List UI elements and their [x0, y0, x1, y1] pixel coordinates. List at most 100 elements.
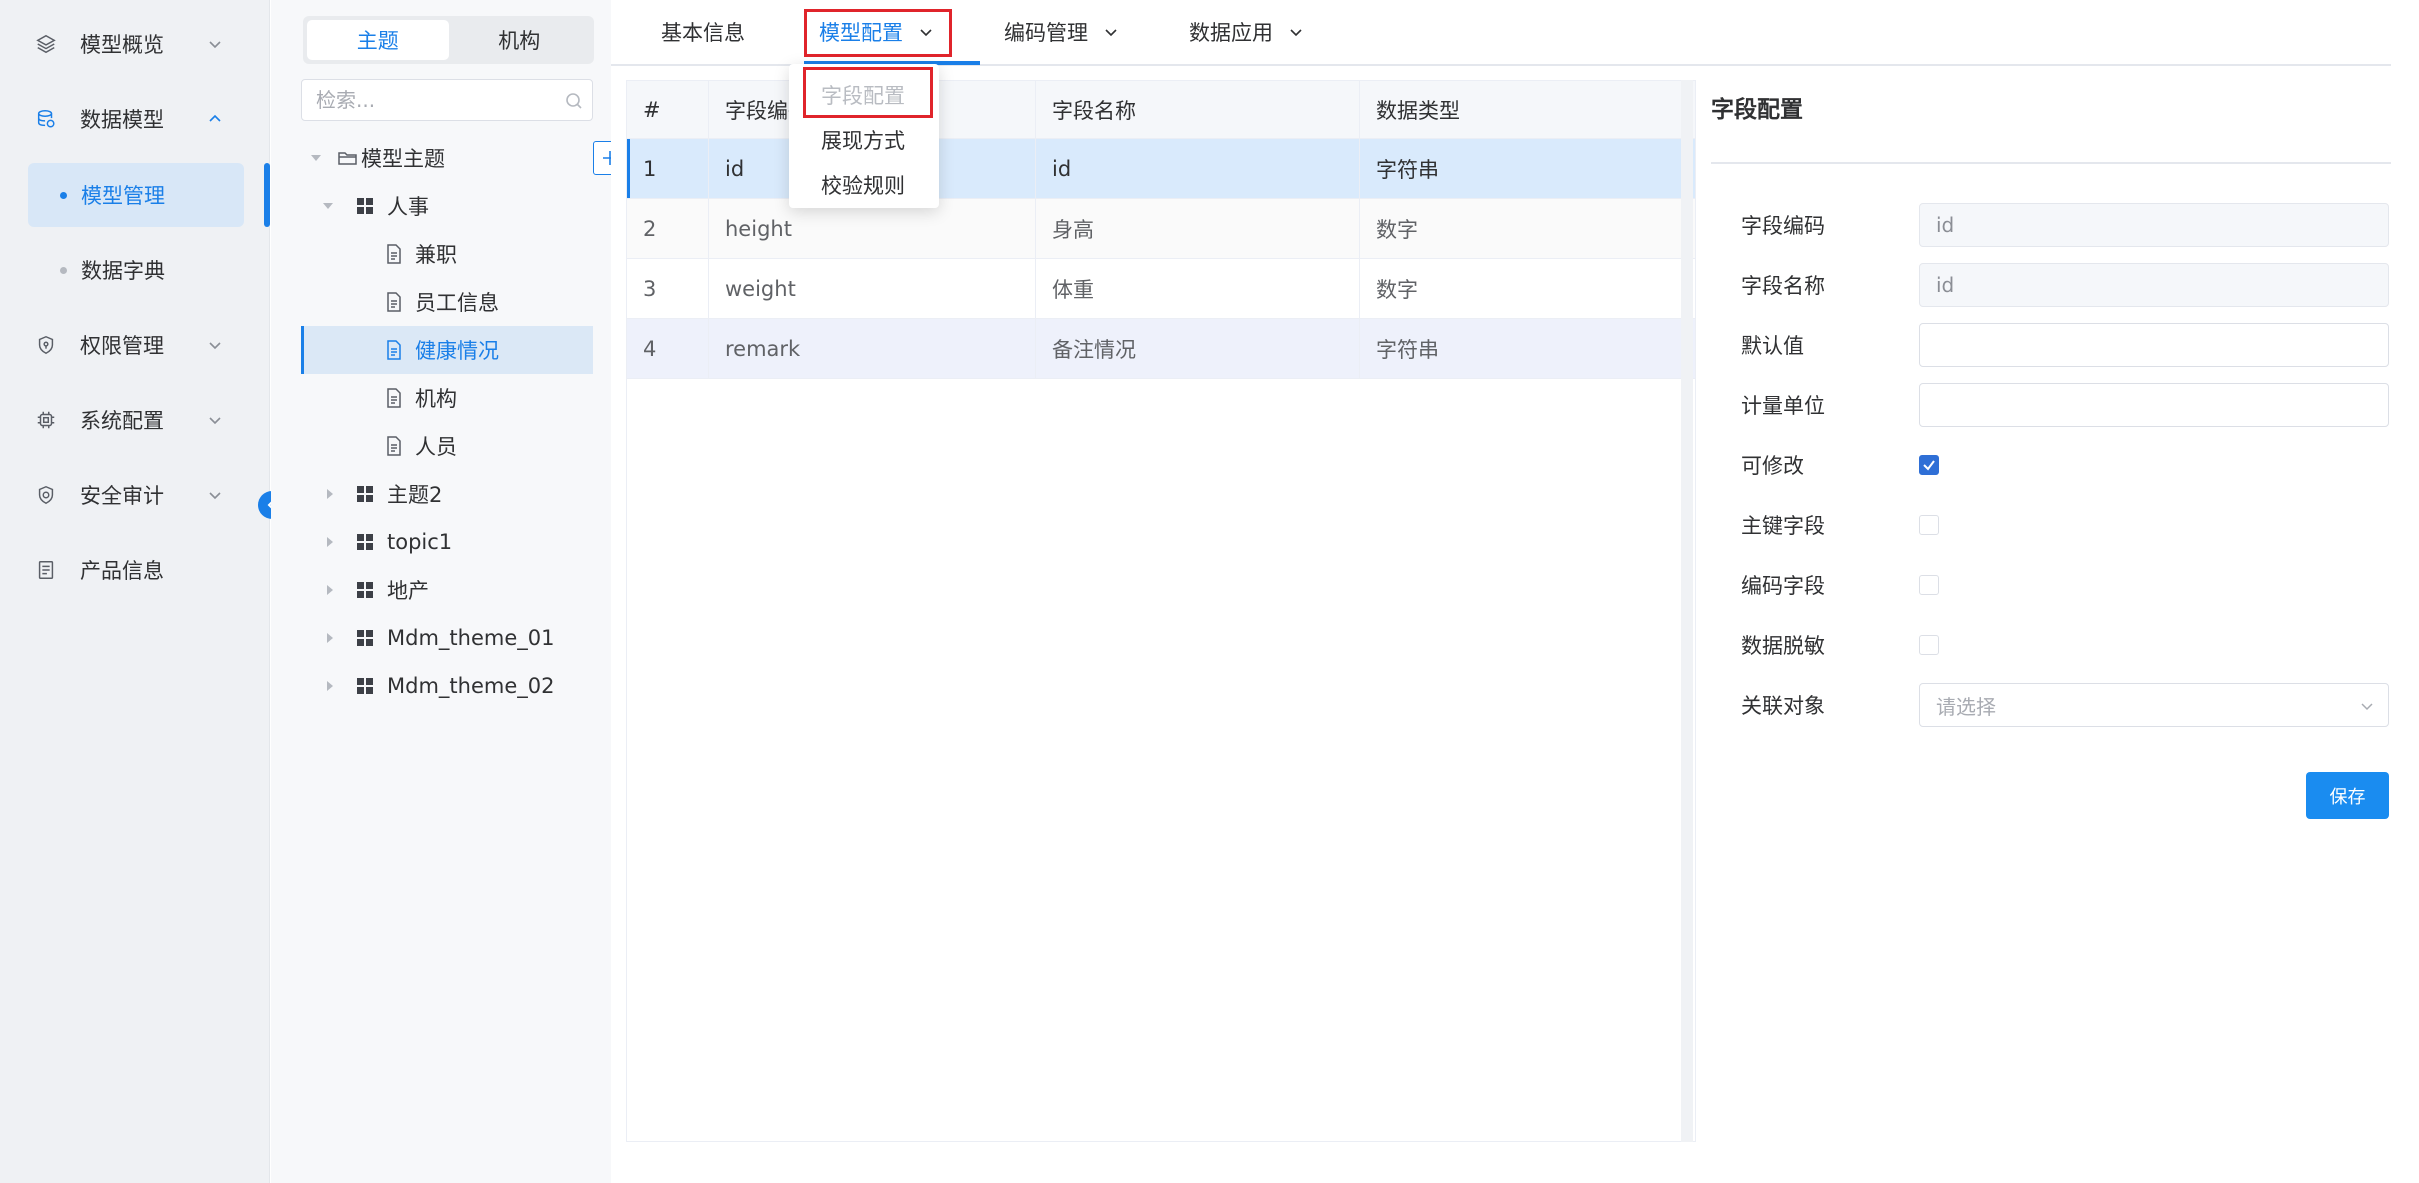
tab-data-application[interactable]: 数据应用	[1189, 0, 1305, 64]
data-masking-checkbox[interactable]	[1919, 635, 1939, 655]
tree-node-real-estate[interactable]: 地产	[301, 566, 593, 614]
field-label: 计量单位	[1741, 394, 1825, 418]
sidebar: 模型概览 数据模型 模型管理 数据字典 权限管理 系统配置 安全审计 产品信息	[0, 0, 286, 1183]
document-list-icon	[34, 558, 58, 582]
column-header: #	[627, 81, 709, 139]
tree-node-label: 模型主题	[361, 147, 445, 171]
table-cell: 数字	[1376, 217, 1418, 242]
field-value: id	[1936, 213, 1955, 237]
table-cell: id	[1036, 139, 1360, 198]
grid-icon	[357, 198, 373, 214]
sidebar-item-model-overview[interactable]: 模型概览	[0, 12, 270, 76]
sidebar-item-data-model[interactable]: 数据模型	[0, 87, 270, 151]
segment-topic[interactable]: 主题	[307, 20, 449, 60]
sidebar-item-model-management[interactable]: 模型管理	[28, 163, 244, 227]
form-row-coding: 编码字段	[1741, 563, 2391, 607]
form-row-default: 默认值	[1741, 323, 2391, 367]
table-cell: 备注情况	[1036, 319, 1360, 378]
grid-icon	[357, 582, 373, 598]
relation-select[interactable]: 请选择	[1919, 683, 2389, 727]
tree-node-label: 健康情况	[415, 339, 499, 363]
grid-icon	[357, 678, 373, 694]
tree-node-staff[interactable]: 人员	[301, 422, 593, 470]
tree-node-employee-info[interactable]: 员工信息	[301, 278, 593, 326]
folder-open-icon	[338, 152, 357, 165]
app-root: 模型概览 数据模型 模型管理 数据字典 权限管理 系统配置 安全审计 产品信息 …	[0, 0, 2419, 1183]
save-button[interactable]: 保存	[2306, 772, 2389, 819]
caret-down-icon	[311, 155, 321, 161]
sidebar-item-label: 数据字典	[81, 259, 165, 283]
primary-key-checkbox[interactable]	[1919, 515, 1939, 535]
highlight-box-tab	[804, 9, 952, 57]
sidebar-item-system-config[interactable]: 系统配置	[0, 388, 270, 452]
tree-node-mdm-theme-02[interactable]: Mdm_theme_02	[301, 662, 593, 710]
table-cell: weight	[709, 259, 1036, 318]
search-icon	[566, 93, 582, 109]
tree-node-organization[interactable]: 机构	[301, 374, 593, 422]
tab-basic-info[interactable]: 基本信息	[661, 0, 745, 64]
field-name-input: id	[1919, 263, 2389, 307]
select-placeholder: 请选择	[1936, 694, 1996, 719]
default-value-input[interactable]	[1936, 333, 2356, 357]
check-icon	[1923, 460, 1935, 471]
tree-node-health[interactable]: 健康情况	[301, 326, 593, 374]
sidebar-item-label: 系统配置	[80, 409, 164, 433]
field-label: 编码字段	[1741, 574, 1825, 598]
sidebar-item-product-info[interactable]: 产品信息	[0, 538, 270, 602]
column-header[interactable]: 数据类型	[1360, 81, 1695, 139]
tree-node-part-time[interactable]: 兼职	[301, 230, 593, 278]
menu-item-validation-rules[interactable]: 校验规则	[789, 163, 939, 207]
tree-node-topic1[interactable]: topic1	[301, 518, 593, 566]
form-row-pk: 主键字段	[1741, 503, 2391, 547]
field-label: 默认值	[1741, 334, 1804, 358]
tab-code-management[interactable]: 编码管理	[1004, 0, 1120, 64]
segment-organization[interactable]: 机构	[449, 20, 591, 60]
caret-right-icon	[327, 681, 333, 691]
document-icon	[387, 388, 401, 408]
form-row-editable: 可修改	[1741, 443, 2391, 487]
sidebar-item-permission[interactable]: 权限管理	[0, 313, 270, 377]
table-cell: 体重	[1036, 259, 1360, 318]
tree-node-topic2[interactable]: 主题2	[301, 470, 593, 518]
tree-node-personnel[interactable]: 人事	[301, 182, 593, 230]
tree-node-label: 地产	[387, 579, 429, 603]
sidebar-item-label: 模型管理	[81, 184, 165, 208]
tree-search-input[interactable]	[316, 88, 556, 112]
tab-label: 数据应用	[1189, 21, 1273, 45]
field-label: 主键字段	[1741, 514, 1825, 538]
field-label: 数据脱敏	[1741, 634, 1825, 658]
tree-node-mdm-theme-01[interactable]: Mdm_theme_01	[301, 614, 593, 662]
tree-node-label: 兼职	[415, 243, 457, 267]
unit-field	[1919, 383, 2389, 427]
table-cell: 字符串	[1376, 157, 1439, 182]
table-row[interactable]: 4 remark 备注情况 字符串	[627, 319, 1695, 379]
sidebar-item-label: 产品信息	[80, 559, 164, 583]
field-label: 字段名称	[1741, 274, 1825, 298]
form-row-name: 字段名称 id	[1741, 263, 2391, 307]
table-cell: remark	[709, 319, 1036, 378]
menu-item-display-mode[interactable]: 展现方式	[789, 118, 939, 162]
tree-node-root[interactable]: 模型主题	[301, 134, 593, 182]
table-scrollbar[interactable]	[1681, 80, 1693, 1142]
unit-input[interactable]	[1936, 393, 2356, 417]
sidebar-item-security-audit[interactable]: 安全审计	[0, 463, 270, 527]
table-row[interactable]: 2 height 身高 数字	[627, 199, 1695, 259]
field-table: # 字段编码 字段名称 数据类型 1 id id 字符串 2 height 身高…	[626, 80, 1696, 1142]
editable-checkbox[interactable]	[1919, 455, 1939, 475]
divider	[1711, 162, 2391, 164]
column-header[interactable]: 字段名称	[1036, 81, 1360, 139]
database-icon	[34, 107, 58, 131]
grid-icon	[357, 534, 373, 550]
sidebar-item-data-dictionary[interactable]: 数据字典	[28, 238, 244, 302]
chevron-down-icon	[1105, 29, 1117, 37]
chevron-down-icon	[209, 342, 221, 350]
grid-icon	[357, 630, 373, 646]
document-icon	[387, 436, 401, 456]
tab-label: 基本信息	[661, 21, 745, 45]
active-indicator	[264, 163, 270, 227]
main-content: 基本信息 模型配置 编码管理 数据应用 # 字段编码 字段名称 数据类型 1 i…	[611, 0, 2419, 1183]
tree-node-label: 人员	[415, 435, 457, 459]
coding-field-checkbox[interactable]	[1919, 575, 1939, 595]
table-row[interactable]: 1 id id 字符串	[627, 139, 1695, 199]
table-row[interactable]: 3 weight 体重 数字	[627, 259, 1695, 319]
